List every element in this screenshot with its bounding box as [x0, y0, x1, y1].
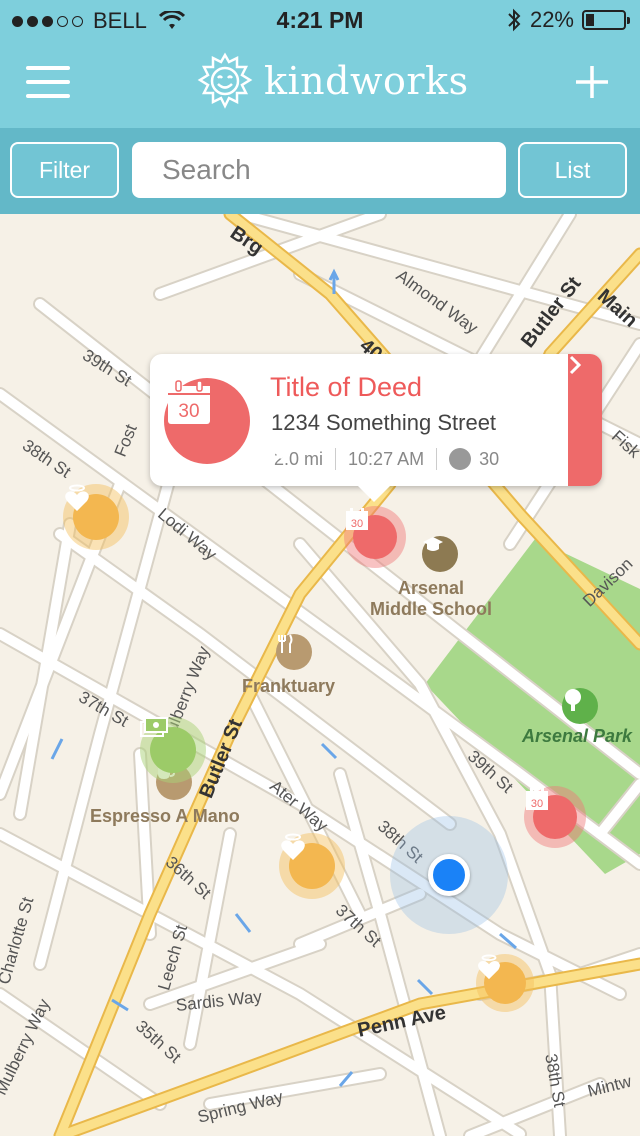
angel-heart-icon — [281, 833, 305, 860]
hamburger-menu-icon[interactable] — [26, 66, 70, 100]
deed-address: 1234 Something Street — [271, 410, 497, 435]
angel-heart-icon — [478, 954, 500, 980]
search-toolbar: Filter List — [0, 128, 640, 214]
user-location-dot — [428, 854, 470, 896]
school-label-line: Arsenal Middle School — [370, 578, 493, 619]
sun-face-icon — [197, 52, 253, 109]
brand-logo: kindworks — [196, 52, 469, 110]
battery-icon — [582, 10, 630, 30]
map-view[interactable]: Brg Almond Way 40th Butler St Main 39th … — [0, 214, 640, 1136]
user-location-marker — [390, 816, 508, 934]
deed-time: 10:27 AM — [348, 448, 425, 469]
kindness-heart-pin[interactable] — [476, 954, 534, 1012]
status-bar: BELL 4:21 PM 22% — [0, 0, 640, 40]
restaurant-label: Franktuary — [242, 676, 336, 696]
svg-text:30: 30 — [351, 518, 363, 530]
filter-button[interactable]: Filter — [10, 142, 119, 198]
restaurant-icon[interactable] — [276, 634, 312, 670]
calendar-icon: 30 — [526, 788, 548, 810]
event-calendar-pin[interactable]: 30 — [344, 506, 406, 568]
park-tree-icon[interactable] — [562, 688, 598, 724]
money-icon — [140, 717, 168, 737]
school-label: Arsenal Middle School — [370, 578, 492, 620]
calendar-icon: 30 — [164, 378, 250, 464]
heart-icon — [274, 448, 472, 470]
list-button[interactable]: List — [518, 142, 627, 198]
brand-wordmark: kindworks — [264, 59, 469, 103]
search-box[interactable] — [132, 142, 523, 198]
cafe-label: Espresso A Mano — [90, 806, 240, 826]
bluetooth-icon — [508, 8, 521, 32]
battery-percent: 22% — [529, 7, 574, 32]
kindness-heart-pin[interactable] — [279, 833, 345, 899]
angel-heart-icon — [65, 484, 89, 511]
park-label: Arsenal Park — [522, 726, 633, 746]
svg-text:30: 30 — [531, 798, 543, 810]
chevron-right-icon[interactable] — [568, 354, 602, 486]
school-icon[interactable] — [422, 536, 458, 572]
search-input[interactable] — [162, 154, 523, 186]
calendar-icon: 30 — [346, 508, 368, 530]
deed-likes: 30 — [479, 448, 500, 469]
nav-bar: kindworks — [0, 40, 640, 128]
plus-icon[interactable] — [574, 64, 610, 100]
event-calendar-pin[interactable]: 30 — [524, 786, 586, 848]
kindness-heart-pin[interactable] — [63, 484, 129, 550]
donation-cash-pin[interactable] — [140, 717, 206, 783]
svg-text:30: 30 — [178, 401, 199, 422]
deed-callout[interactable]: 30 Title of Deed 1234 Something Street 2… — [150, 354, 602, 502]
deed-title: Title of Deed — [270, 372, 423, 402]
deed-meta: 2.0 mi 10:27 AM 30 — [274, 448, 499, 470]
